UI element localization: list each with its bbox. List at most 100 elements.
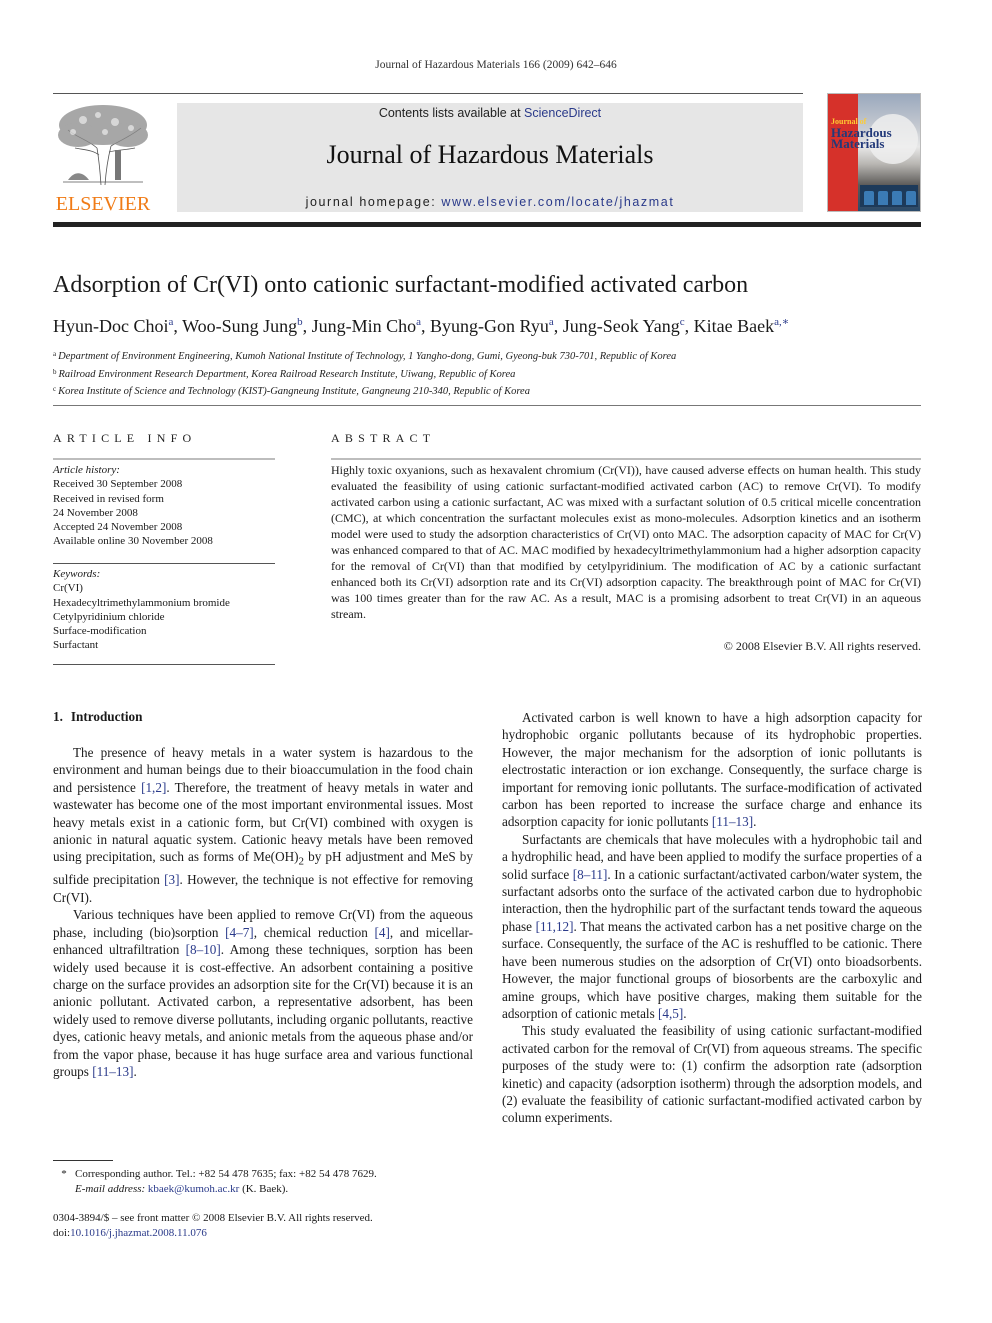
corresponding-author-footnote: * Corresponding author. Tel.: +82 54 478 … — [53, 1167, 377, 1196]
top-rule — [53, 93, 803, 94]
author-name[interactable]: Jung-Min Cho — [312, 316, 417, 336]
footnote-corresponding: Corresponding author. Tel.: +82 54 478 7… — [75, 1168, 377, 1180]
elsevier-tree-icon — [53, 100, 153, 190]
affiliation-text: Department of Environment Engineering, K… — [58, 351, 677, 362]
article-info-rule — [53, 458, 275, 460]
history-entry: Accepted 24 November 2008 — [53, 521, 183, 534]
article-history-label: Article history: — [53, 464, 120, 476]
history-entry: Received 30 September 2008 — [53, 478, 183, 491]
article-title: Adsorption of Cr(VI) onto cationic surfa… — [53, 272, 749, 298]
affiliation-marker: a — [53, 350, 57, 358]
author-separator: , — [553, 316, 563, 336]
header-thick-rule — [53, 222, 921, 227]
email-link[interactable]: kbaek@kumoh.ac.kr — [148, 1183, 239, 1195]
history-entry: Received in revised form — [53, 492, 164, 505]
footnote-rule — [53, 1160, 113, 1161]
author-separator: , — [421, 316, 431, 336]
citation-link[interactable]: [1,2] — [141, 780, 166, 795]
keywords: Keywords: Cr(VI) Hexadecyltrimethylammoni… — [53, 567, 275, 653]
contents-line: Contents lists available at ScienceDirec… — [177, 106, 803, 120]
abstract-text: Highly toxic oxyanions, such as hexavale… — [331, 463, 921, 621]
homepage-line: journal homepage: www.elsevier.com/locat… — [177, 195, 803, 209]
abstract-copyright: © 2008 Elsevier B.V. All rights reserved… — [723, 639, 921, 653]
body-paragraph: Various techniques have been applied to … — [53, 907, 473, 1079]
keyword: Hexadecyltrimethylammonium bromide — [53, 596, 230, 609]
cover-red-band — [828, 94, 858, 211]
author-name[interactable]: Jung-Seok Yang — [563, 316, 680, 336]
cover-factory — [860, 185, 918, 207]
citation-link[interactable]: [11–13] — [92, 1064, 133, 1079]
affiliation-text: Railroad Environment Research Department… — [58, 368, 516, 380]
email-label: E-mail address: — [75, 1182, 148, 1195]
author-name[interactable]: Kitae Baek — [694, 316, 774, 336]
elsevier-logo[interactable]: ELSEVIER — [53, 100, 153, 215]
author-affiliation-marker[interactable]: a,∗ — [774, 316, 789, 328]
affiliation: c Korea Institute of Science and Technolo… — [53, 382, 676, 400]
author-separator: , — [173, 316, 183, 336]
abstract-heading: ABSTRACT — [331, 431, 436, 445]
author[interactable]: Kitae Baeka,∗ — [694, 316, 790, 336]
author[interactable]: Hyun-Doc Choia — [53, 316, 173, 336]
keyword: Cr(VI) — [53, 582, 83, 595]
author[interactable]: Jung-Min Choa — [312, 316, 421, 336]
homepage-prefix: journal homepage: — [305, 195, 442, 209]
keyword: Cetylpyridinium chloride — [53, 610, 165, 623]
body-column-left: The presence of heavy metals in a water … — [53, 744, 473, 1080]
author-name[interactable]: Byung-Gon Ryu — [430, 316, 549, 336]
doi-label: doi: — [53, 1227, 71, 1239]
body-paragraph: This study evaluated the feasibility of … — [502, 1023, 922, 1126]
citation-link[interactable]: [4,5] — [658, 1006, 683, 1021]
keyword: Surfactant — [53, 639, 99, 652]
abstract-rule — [331, 458, 921, 460]
footnote-marker: * — [61, 1168, 67, 1180]
doi-link[interactable]: 10.1016/j.jhazmat.2008.11.076 — [70, 1227, 207, 1239]
affiliation-marker: c — [53, 385, 57, 393]
cover-title: Journal of Hazardous Materials — [831, 116, 892, 151]
author[interactable]: Jung-Seok Yangc — [563, 316, 685, 336]
section-title: Introduction — [70, 709, 143, 724]
citation-link[interactable]: [4] — [375, 925, 390, 940]
body-paragraph: The presence of heavy metals in a water … — [53, 745, 473, 905]
citation-link[interactable]: [8–11] — [573, 867, 608, 882]
author-separator: , — [684, 316, 694, 336]
homepage-link[interactable]: www.elsevier.com/locate/jhazmat — [441, 195, 674, 209]
citation-link[interactable]: [4–7] — [225, 925, 254, 940]
contents-prefix: Contents lists available at — [378, 106, 525, 120]
title-rule — [53, 405, 921, 406]
body-paragraph: Surfactants are chemicals that have mole… — [502, 831, 923, 1021]
affiliation: a Department of Environment Engineering, … — [53, 347, 676, 365]
citation-link[interactable]: [8–10] — [186, 942, 221, 957]
cover-title-line3: Materials — [831, 136, 885, 151]
author-name[interactable]: Hyun-Doc Choi — [53, 316, 169, 336]
keywords-rule — [53, 563, 275, 564]
author-name[interactable]: Woo-Sung Jung — [182, 316, 297, 336]
body-paragraph: Activated carbon is well known to have a… — [502, 710, 922, 830]
article-info-end-rule — [53, 664, 275, 665]
keyword: Surface-modification — [53, 625, 147, 638]
citation-link[interactable]: [11–13] — [712, 814, 753, 829]
issn-line: 0304-3894/$ – see front matter © 2008 El… — [53, 1212, 373, 1224]
citation-link[interactable]: [11,12] — [536, 919, 574, 934]
sciencedirect-link[interactable]: ScienceDirect — [524, 106, 601, 120]
running-head: Journal of Hazardous Materials 166 (2009… — [375, 59, 617, 71]
keywords-label: Keywords: — [53, 568, 101, 580]
email-suffix: (K. Baek). — [239, 1182, 289, 1195]
article-history: Article history: Received 30 September 2… — [53, 463, 275, 549]
author-list: Hyun-Doc Choia, Woo-Sung Jungb, Jung-Min… — [53, 315, 789, 337]
author-separator: , — [302, 316, 312, 336]
section-heading-introduction: 1. Introduction — [53, 709, 142, 725]
section-number: 1. — [53, 709, 63, 724]
author[interactable]: Woo-Sung Jungb — [182, 316, 303, 336]
footer-meta: 0304-3894/$ – see front matter © 2008 El… — [53, 1211, 373, 1241]
subscript: 2 — [298, 856, 305, 869]
history-entry: Available online 30 November 2008 — [53, 535, 213, 548]
affiliation-marker: b — [53, 367, 57, 376]
journal-name: Journal of Hazardous Materials — [326, 140, 654, 169]
author[interactable]: Byung-Gon Ryua — [430, 316, 554, 336]
elsevier-wordmark: ELSEVIER — [55, 193, 151, 215]
history-entry: 24 November 2008 — [53, 506, 138, 519]
citation-link[interactable]: [3] — [164, 872, 179, 887]
affiliation: b Railroad Environment Research Departmen… — [53, 365, 676, 383]
journal-banner: Contents lists available at ScienceDirec… — [177, 103, 803, 212]
journal-cover-image[interactable]: Journal of Hazardous Materials — [827, 93, 921, 212]
